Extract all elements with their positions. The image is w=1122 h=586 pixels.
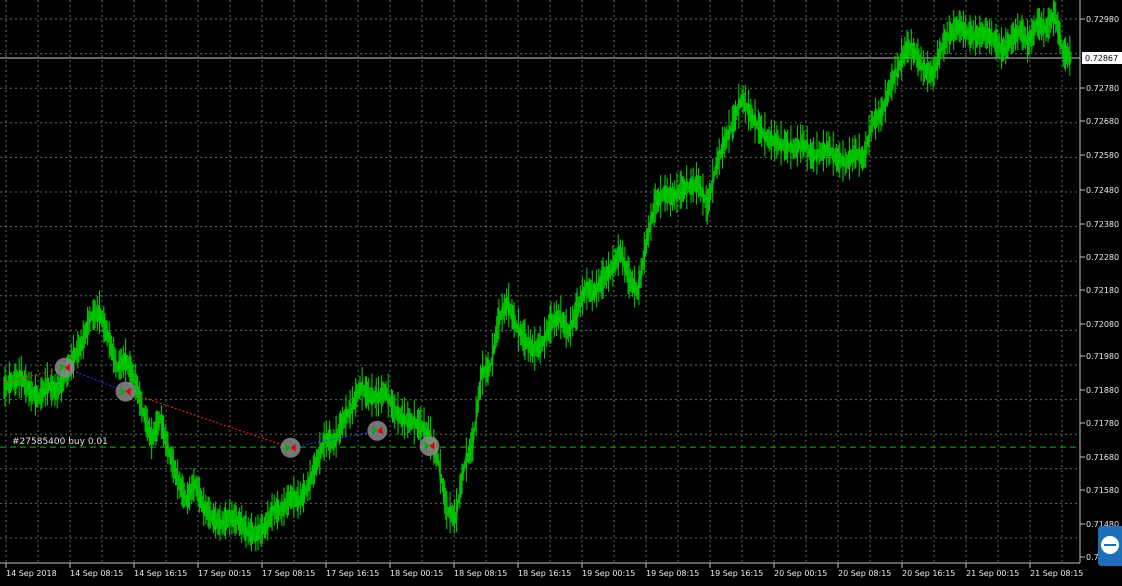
x-tick-label: 19 Sep 08:15 — [646, 569, 699, 578]
price-chart[interactable]: #27585400 buy 0.01 0.72980 0.72780 0.72680… — [0, 0, 1122, 586]
x-tick-label: 18 Sep 16:15 — [518, 569, 571, 578]
x-tick-label: 21 Sep 08:15 — [1030, 569, 1083, 578]
y-tick-label: 0.72280 — [1086, 253, 1119, 262]
x-tick-label: 21 Sep 00:15 — [966, 569, 1019, 578]
y-tick-label: 0.72480 — [1086, 186, 1119, 195]
y-tick-label: 0.72380 — [1086, 220, 1119, 229]
x-tick-label: 20 Sep 00:15 — [774, 569, 827, 578]
teamviewer-ring-icon — [1101, 536, 1119, 554]
x-tick-label: 20 Sep 08:15 — [838, 569, 891, 578]
x-tick-label: 17 Sep 16:15 — [326, 569, 379, 578]
y-tick-label: 0.71680 — [1086, 453, 1119, 462]
x-tick-label: 18 Sep 00:15 — [390, 569, 443, 578]
x-tick-label: 17 Sep 08:15 — [262, 569, 315, 578]
current-price-label: 0.72867 — [1085, 54, 1118, 63]
x-tick-label: 19 Sep 00:15 — [582, 569, 635, 578]
x-tick-label: 19 Sep 16:15 — [710, 569, 763, 578]
y-tick-label: 0.72780 — [1086, 84, 1119, 93]
x-tick-label: 14 Sep 16:15 — [134, 569, 187, 578]
x-tick-label: 14 Sep 2018 — [6, 569, 57, 578]
y-tick-label: 0.7 — [1086, 553, 1099, 562]
y-tick-label: 0.72180 — [1086, 286, 1119, 295]
y-tick-label: 0.72580 — [1086, 151, 1119, 160]
chart-area[interactable]: #27585400 buy 0.01 0.72980 0.72780 0.72680… — [0, 0, 1122, 586]
y-tick-label: 0.71880 — [1086, 386, 1119, 395]
y-tick-label: 0.72080 — [1086, 320, 1119, 329]
y-tick-label: 0.71580 — [1086, 486, 1119, 495]
x-tick-label: 17 Sep 00:15 — [198, 569, 251, 578]
y-tick-label: 0.72680 — [1086, 117, 1119, 126]
y-tick-label: 0.71780 — [1086, 419, 1119, 428]
x-tick-label: 14 Sep 08:15 — [70, 569, 123, 578]
y-tick-label: 0.71980 — [1086, 352, 1119, 361]
teamviewer-icon[interactable] — [1098, 526, 1122, 566]
x-tick-label: 20 Sep 16:15 — [902, 569, 955, 578]
y-tick-label: 0.72980 — [1086, 15, 1119, 24]
order-label: #27585400 buy 0.01 — [12, 437, 108, 447]
x-tick-label: 18 Sep 08:15 — [454, 569, 507, 578]
